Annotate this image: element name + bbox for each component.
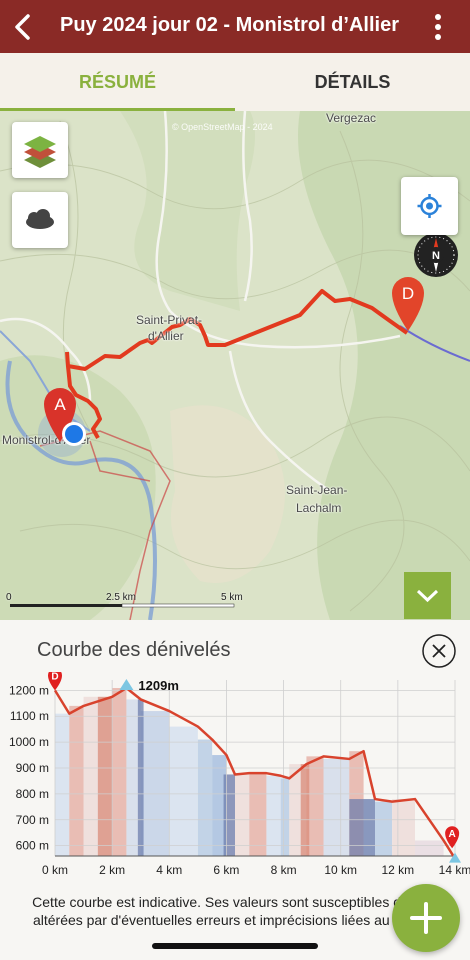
peak-marker-icon [119, 679, 134, 691]
peak-label: 1209m [138, 678, 178, 693]
plus-icon [410, 902, 442, 934]
map-attribution: © OpenStreetMap - 2024 [172, 122, 273, 132]
tab-details[interactable]: DÉTAILS [235, 53, 470, 111]
scale-label-mid: 2.5 km [106, 592, 137, 603]
page-title: Puy 2024 jour 02 - Monistrol d’Allier [60, 14, 399, 36]
elevation-band-steep [223, 774, 235, 856]
elevation-band [280, 778, 290, 856]
elevation-band [112, 688, 127, 856]
elevation-band [392, 799, 415, 856]
chevron-down-icon [416, 589, 439, 603]
x-tick-label: 6 km [213, 863, 239, 877]
elevation-band [235, 773, 250, 856]
current-location-icon [62, 422, 86, 446]
svg-text:A: A [54, 395, 66, 414]
add-button[interactable] [392, 884, 460, 952]
map-terrain [0, 111, 470, 620]
elevation-band [415, 840, 444, 856]
elevation-band-steep [97, 696, 113, 856]
elevation-chart[interactable]: 600 m 700 m 800 m 900 m 1000 m 1100 m 1200 m 0 … [0, 672, 470, 882]
elevation-band-steep [137, 699, 144, 856]
end-marker-icon[interactable]: D [388, 273, 428, 333]
close-icon[interactable] [422, 634, 456, 668]
tab-resume[interactable]: RÉSUMÉ [0, 53, 235, 111]
compass-icon[interactable]: N [413, 232, 459, 278]
disclaimer-note: Cette courbe est indicative. Ses valeurs… [32, 894, 428, 928]
y-tick-label: 1200 m [9, 683, 49, 697]
elevation-band [249, 773, 267, 856]
chevron-left-icon[interactable] [8, 10, 42, 44]
y-tick-label: 1000 m [9, 735, 49, 749]
cloud-icon [26, 209, 54, 229]
svg-text:N: N [432, 250, 440, 262]
elevation-band [69, 705, 84, 856]
layers-icon [24, 136, 56, 168]
x-tick-label: 10 km [324, 863, 357, 877]
place-label-saint-privat: Saint-Privat- [136, 313, 203, 327]
place-label-lachalm: Lachalm [296, 501, 342, 515]
chart-start-marker-label: D [51, 672, 58, 682]
weather-button[interactable] [12, 192, 68, 248]
map-scale: 0 2.5 km 5 km [6, 592, 245, 608]
scale-label-end: 5 km [221, 592, 243, 603]
elevation-band [55, 713, 70, 856]
layers-button[interactable] [12, 122, 68, 178]
home-indicator [152, 943, 318, 949]
chart-end-marker-label: A [449, 829, 456, 840]
scale-label-0: 0 [6, 592, 12, 603]
svg-text:D: D [402, 284, 414, 303]
place-label-vergezac: Vergezac [326, 111, 377, 125]
x-tick-label: 12 km [382, 863, 415, 877]
x-tick-label: 2 km [99, 863, 125, 877]
y-tick-label: 900 m [16, 761, 49, 775]
y-tick-label: 600 m [16, 839, 49, 853]
locate-button[interactable] [401, 177, 458, 235]
x-tick-label: 0 km [42, 863, 68, 877]
x-tick-label: 8 km [271, 863, 297, 877]
elevation-band-steep [300, 764, 310, 856]
x-tick-label: 4 km [156, 863, 182, 877]
elevation-band [197, 739, 213, 856]
y-tick-label: 700 m [16, 813, 49, 827]
top-bar: Puy 2024 jour 02 - Monistrol d’Allier [0, 0, 470, 53]
more-vertical-icon[interactable] [426, 10, 450, 44]
elevation-band [266, 775, 281, 856]
elevation-band [140, 711, 170, 856]
collapse-button[interactable] [404, 572, 451, 619]
elevation-band [323, 758, 350, 856]
target-icon [417, 194, 442, 218]
place-label-allier: d'Allier [148, 329, 184, 343]
y-tick-label: 1100 m [10, 709, 49, 723]
elevation-band [375, 801, 393, 856]
map-view[interactable]: © OpenStreetMap - 2024 Vergezac Saint-Pr… [0, 111, 470, 620]
x-tick-label: 14 km [439, 863, 470, 877]
elevation-band [169, 726, 198, 856]
y-tick-label: 800 m [16, 787, 49, 801]
elevation-band-steep [349, 799, 375, 856]
place-label-saint-jean: Saint-Jean- [286, 483, 348, 497]
tab-bar: RÉSUMÉ DÉTAILS [0, 53, 470, 111]
elevation-title: Courbe des dénivelés [37, 639, 231, 661]
